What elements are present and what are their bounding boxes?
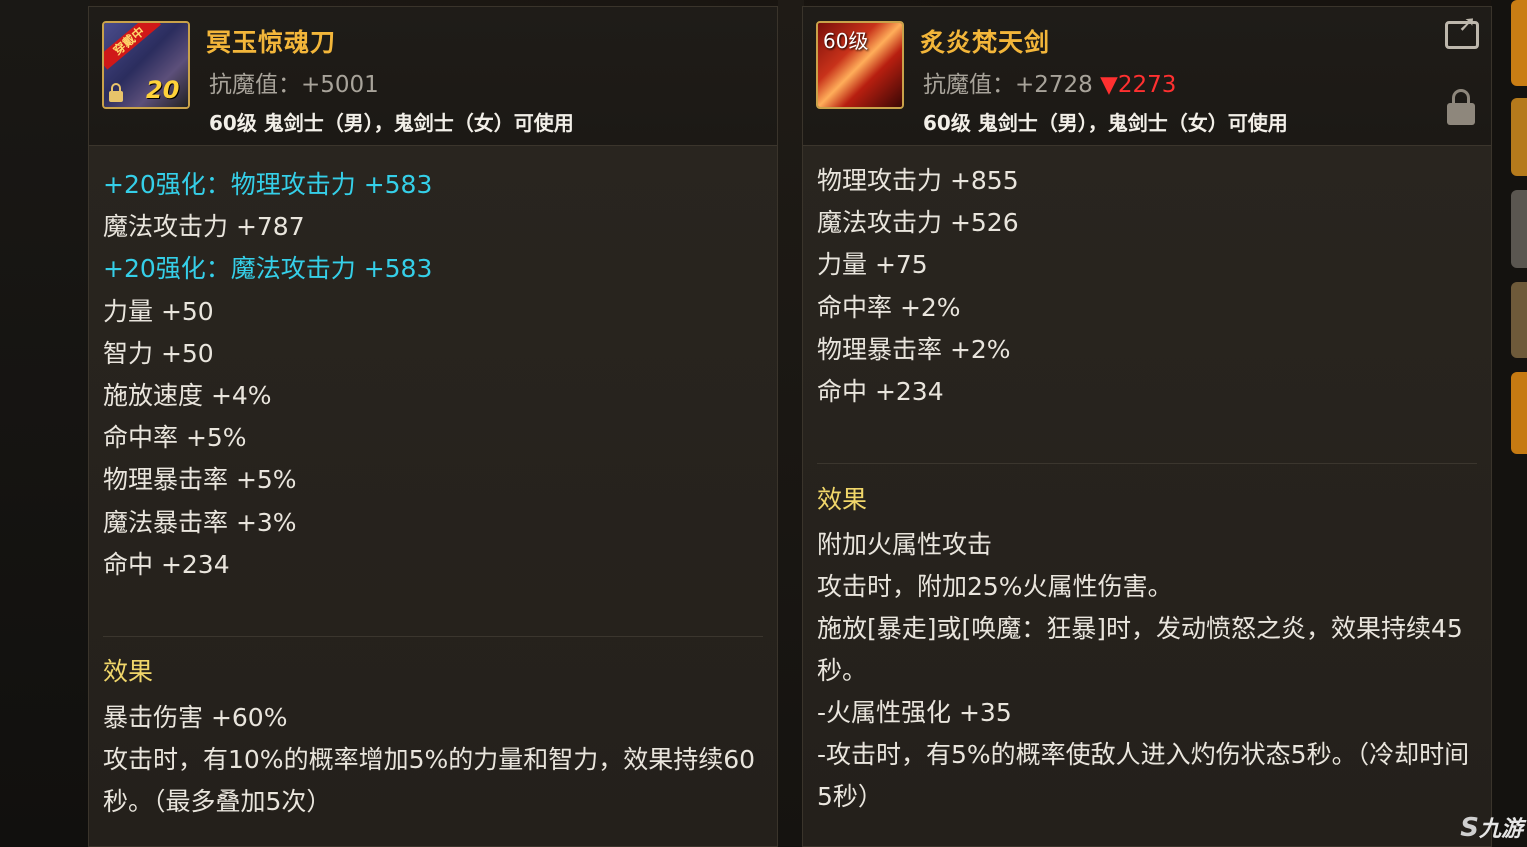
side-tab-2[interactable] (1511, 98, 1527, 176)
enhance-level: 20 (146, 76, 180, 104)
stat-line: 魔法攻击力 +526 (817, 208, 1019, 238)
stat-line: 命中 +234 (103, 549, 230, 579)
stat-line: 智力 +50 (103, 338, 214, 368)
effect-title: 效果 (817, 485, 868, 514)
logo-icon: S (1460, 813, 1479, 843)
effect-title: 效果 (103, 657, 154, 686)
effect-line: 攻击时，有10%的概率增加5%的力量和智力，效果持续60秒。（最多叠加5次） (103, 745, 756, 816)
background-left-edge (0, 0, 90, 847)
stat-line: 力量 +75 (817, 250, 928, 280)
stat-line: 物理暴击率 +5% (103, 465, 297, 495)
usable-classes: 60级 鬼剑士（男），鬼剑士（女）可使用 (923, 111, 1288, 135)
magic-resist-value: 抗魔值：+2728 (923, 72, 1093, 98)
item-name: 冥玉惊魂刀 (206, 28, 337, 57)
watermark-text: 九游 (1478, 817, 1523, 842)
stat-line: +20强化：物理攻击力 +583 (103, 170, 433, 199)
stat-line: 物理攻击力 +855 (817, 166, 1019, 195)
effect-line: -火属性强化 +35 (817, 698, 1012, 727)
tooltip-header: 60级 炙炎梵天剑 抗魔值：+2728 ▼2273 60级 鬼剑士（男），鬼剑士… (803, 7, 1491, 146)
item-icon[interactable]: 穿戴中 20 (102, 21, 190, 109)
magic-resist: 抗魔值：+2728 ▼2273 (923, 65, 1176, 99)
side-tab-1[interactable] (1511, 0, 1527, 86)
stat-line: 施放速度 +4% (103, 380, 272, 410)
stat-line: 魔法暴击率 +3% (103, 507, 297, 537)
item-level-badge: 60级 (823, 29, 869, 53)
effect-line: 暴击伤害 +60% (103, 703, 288, 732)
lock-icon (109, 83, 123, 102)
effect-line: 施放[暴走]或[唤魔：狂暴]时，发动愤怒之炎，效果持续45秒。 (817, 614, 1463, 685)
stat-line: 力量 +50 (103, 296, 214, 326)
lock-icon[interactable] (1447, 89, 1475, 125)
tooltip-header: 穿戴中 20 冥玉惊魂刀 抗魔值：+5001 60级 鬼剑士（男），鬼剑士（女）… (89, 7, 777, 146)
item-tooltip-equipped: 穿戴中 20 冥玉惊魂刀 抗魔值：+5001 60级 鬼剑士（男），鬼剑士（女）… (88, 6, 778, 847)
stat-line: 命中率 +5% (103, 423, 247, 453)
stat-line: 魔法攻击力 +787 (103, 212, 305, 242)
magic-resist-decrease: ▼2273 (1100, 72, 1177, 98)
magic-resist: 抗魔值：+5001 (209, 72, 379, 98)
side-strip (1491, 0, 1527, 847)
share-icon[interactable] (1445, 12, 1479, 49)
usable-classes: 60级 鬼剑士（男），鬼剑士（女）可使用 (209, 111, 574, 135)
item-tooltip-compare: 60级 炙炎梵天剑 抗魔值：+2728 ▼2273 60级 鬼剑士（男），鬼剑士… (802, 6, 1492, 847)
item-icon[interactable]: 60级 (816, 21, 904, 109)
side-tab-3[interactable] (1511, 190, 1527, 268)
stat-line: +20强化：魔法攻击力 +583 (103, 254, 433, 284)
divider (103, 636, 763, 637)
stat-line: 命中率 +2% (817, 292, 961, 322)
effect-line: 附加火属性攻击 (817, 530, 993, 559)
effect-list: 暴击伤害 +60% 攻击时，有10%的概率增加5%的力量和智力，效果持续60秒。（… (103, 697, 763, 823)
stat-list: +20强化：物理攻击力 +583 魔法攻击力 +787 +20强化：魔法攻击力 +5… (103, 164, 432, 586)
effect-line: -攻击时，有5%的概率使敌人进入灼伤状态5秒。（冷却时间5秒） (817, 740, 1470, 811)
stat-line: 物理暴击率 +2% (817, 334, 1011, 364)
divider (817, 463, 1477, 464)
stat-line: 命中 +234 (817, 376, 944, 406)
item-name: 炙炎梵天剑 (920, 28, 1051, 57)
stat-list: 物理攻击力 +855 魔法攻击力 +526 力量 +75 命中率 +2% 物理暴击率 +… (817, 160, 1019, 413)
effect-list: 附加火属性攻击攻击时，附加25%火属性伤害。施放[暴走]或[唤魔：狂暴]时，发动… (817, 524, 1477, 818)
effect-line: 攻击时，附加25%火属性伤害。 (817, 572, 1173, 601)
side-tab-4[interactable] (1511, 282, 1527, 358)
watermark-logo: S九游 (1460, 811, 1523, 843)
side-tab-5[interactable] (1511, 372, 1527, 454)
panel-gap (778, 0, 804, 847)
